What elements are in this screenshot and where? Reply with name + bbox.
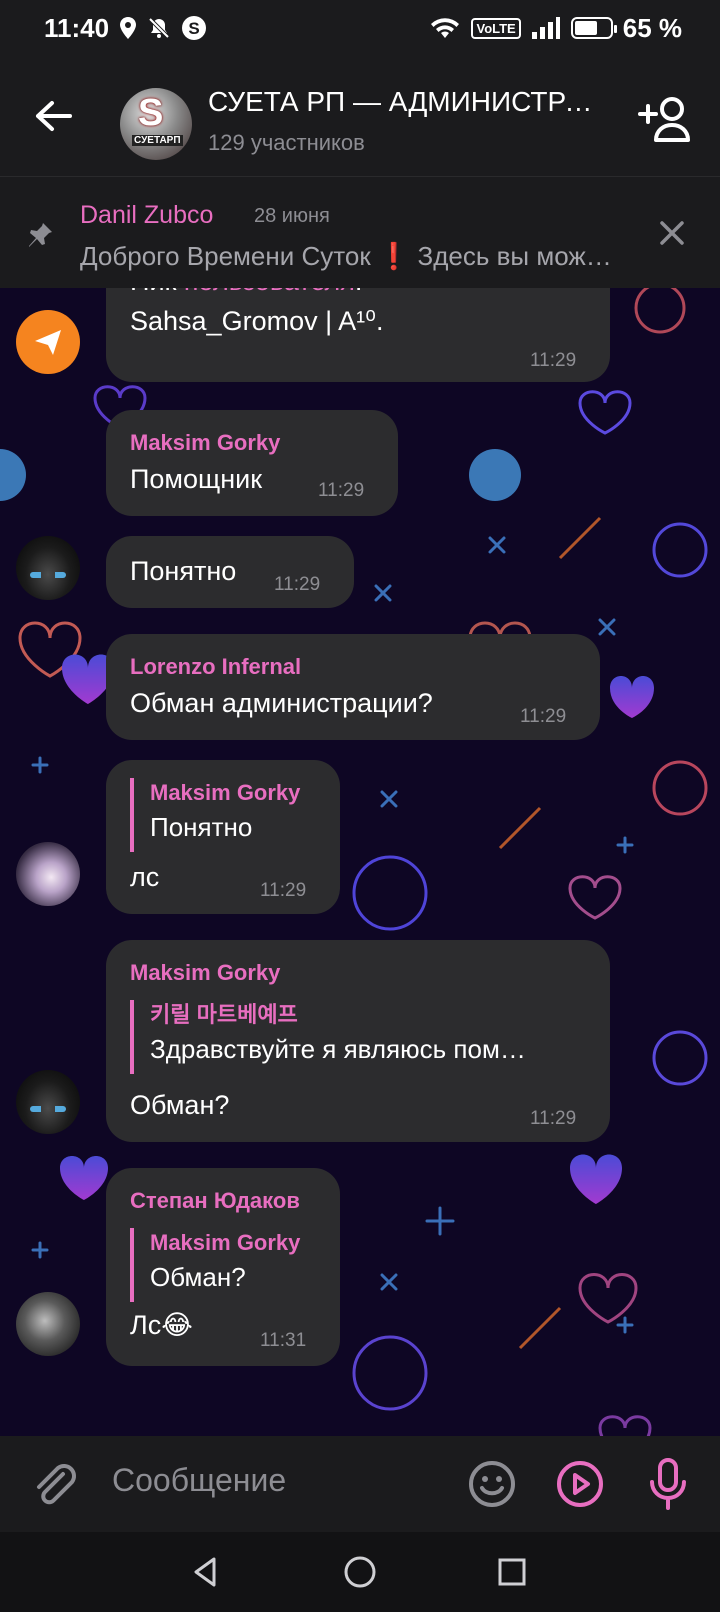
close-pinned-button[interactable] (652, 213, 692, 253)
arrow-left-icon (36, 101, 72, 131)
message-composer: Сообщение (0, 1436, 720, 1532)
message-text: Обман? (130, 1090, 230, 1120)
sender-name[interactable]: Maksim Gorky (130, 430, 280, 456)
microphone-icon (650, 1458, 686, 1510)
pinned-message[interactable]: Danil Zubco 28 июня Доброго Времени Суто… (0, 176, 720, 289)
video-message-button[interactable] (554, 1458, 606, 1510)
avatar[interactable] (16, 536, 80, 600)
sender-name[interactable]: Maksim Gorky (130, 960, 280, 986)
square-recents-icon (498, 1558, 526, 1586)
sender-name[interactable]: Степан Юдаков (130, 1188, 300, 1214)
status-bar: 11:40 S VoLTE 65 % (0, 0, 720, 56)
avatar[interactable] (16, 842, 80, 906)
sender-name[interactable]: Lorenzo Infernal (130, 654, 301, 680)
message-time: 11:29 (274, 574, 321, 595)
message-bubble[interactable]: Ник пользователя: Sahsa_Gromov | A¹⁰. 11… (106, 288, 610, 382)
attach-button[interactable] (30, 1460, 80, 1510)
chat-area[interactable]: Ник пользователя: Sahsa_Gromov | A¹⁰. 11… (0, 288, 720, 1436)
add-member-button[interactable] (636, 94, 696, 144)
reply-quote[interactable]: 키릴 마트베예프 Здравствуйте я являюсь пом… (130, 1000, 526, 1074)
status-time: 11:40 (44, 12, 110, 43)
smiley-icon (469, 1461, 515, 1507)
battery-icon (570, 17, 617, 39)
chat-title[interactable]: СУЕТА РП — АДМИНИСТРАЦИЯ (208, 86, 608, 118)
message-text: лс (130, 862, 160, 892)
message-time: 11:29 (318, 480, 365, 501)
reply-quote[interactable]: Maksim Gorky Понятно (130, 778, 300, 852)
system-navigation-bar (0, 1532, 720, 1612)
location-icon (119, 16, 137, 40)
nav-home-button[interactable] (340, 1552, 380, 1592)
reply-text: Обман? (150, 1262, 246, 1292)
message-time: 11:29 (520, 706, 567, 727)
signal-icon (531, 16, 561, 40)
battery-percent: 65 % (622, 12, 682, 43)
reply-author: Maksim Gorky (150, 780, 301, 805)
message-time: 11:29 (530, 350, 577, 371)
avatar[interactable] (16, 1070, 80, 1134)
emoji-button[interactable] (466, 1458, 518, 1510)
message-text: Помощник (130, 464, 263, 494)
add-person-icon (638, 97, 690, 142)
member-count: 129 участников (208, 130, 365, 155)
reply-quote[interactable]: Maksim Gorky Обман? (130, 1228, 300, 1302)
message-bubble[interactable]: Lorenzo Infernal Обман администрации? 11… (106, 634, 600, 740)
message-text: Sahsa_Gromov | A¹⁰. (130, 306, 384, 336)
voice-message-button[interactable] (646, 1456, 690, 1512)
reply-text: Здравствуйте я являюсь пом… (150, 1034, 526, 1064)
volte-icon: VoLTE (471, 17, 521, 39)
pin-icon (29, 223, 52, 247)
pinned-author: Danil Zubco (80, 201, 214, 229)
message-text: Лс😂 (130, 1310, 193, 1340)
message-bubble[interactable]: Maksim Gorky Понятно лс 11:29 (106, 760, 340, 914)
message-bubble[interactable]: Понятно 11:29 (106, 536, 354, 608)
message-bubble[interactable]: Maksim Gorky Помощник 11:29 (106, 410, 398, 516)
s-app-icon: S (181, 15, 207, 41)
pinned-text: Доброго Времени Суток ❗ Здесь вы можете (80, 241, 620, 271)
send-plane-icon (35, 330, 61, 355)
reply-text: Понятно (150, 812, 253, 842)
message-bubble[interactable]: Степан Юдаков Maksim Gorky Обман? Лс😂 11… (106, 1168, 340, 1366)
message-time: 11:29 (260, 880, 307, 901)
group-avatar[interactable]: S СУЕТАРП (120, 88, 192, 160)
reply-author: 키릴 마트베예프 (150, 1002, 298, 1027)
svg-text:S: S (188, 19, 199, 38)
circle-home-icon (344, 1556, 376, 1588)
pinned-date: 28 июня (254, 205, 330, 227)
nav-back-button[interactable] (186, 1552, 226, 1592)
message-text: Понятно (130, 556, 237, 586)
message-text: Обман администрации? (130, 688, 433, 718)
play-circle-icon (557, 1461, 603, 1507)
paperclip-icon (37, 1464, 76, 1505)
close-icon (660, 221, 684, 245)
back-button[interactable] (30, 96, 78, 136)
avatar[interactable] (16, 1292, 80, 1356)
triangle-back-icon (194, 1557, 216, 1587)
message-text: Ник пользователя: (130, 288, 362, 297)
mute-bell-icon (147, 16, 171, 40)
wifi-icon (429, 16, 461, 40)
message-time: 11:29 (530, 1108, 577, 1129)
avatar[interactable] (16, 310, 80, 374)
message-time: 11:31 (260, 1330, 307, 1351)
chat-header: S СУЕТАРП СУЕТА РП — АДМИНИСТРАЦИЯ 129 у… (0, 56, 720, 176)
nav-recents-button[interactable] (492, 1552, 532, 1592)
message-bubble[interactable]: Maksim Gorky 키릴 마트베예프 Здравствуйте я явл… (106, 940, 610, 1142)
message-input[interactable]: Сообщение (112, 1462, 442, 1499)
reply-author: Maksim Gorky (150, 1230, 301, 1255)
